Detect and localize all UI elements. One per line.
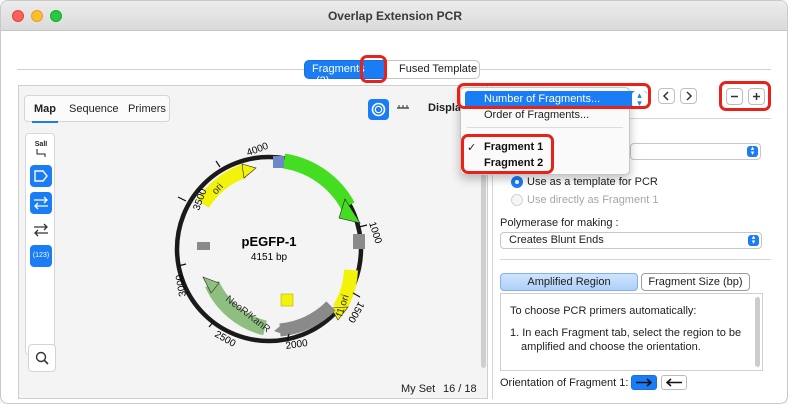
tab-fused-template[interactable]: Fused Template	[386, 60, 480, 79]
feature-grey-arrow[interactable]	[279, 301, 336, 337]
previous-button[interactable]	[658, 88, 675, 104]
feature-yellow-box[interactable]	[280, 293, 294, 307]
orientation-reverse-button[interactable]	[661, 375, 687, 390]
chevron-right-icon	[686, 91, 693, 101]
plasmid-name: pEGFP-1	[242, 234, 297, 249]
menu-item-order-of-fragments[interactable]: Order of Fragments...	[484, 109, 589, 121]
app-window: Overlap Extension PCR Fragments (2) Fuse…	[0, 0, 788, 404]
orientation-forward-button[interactable]	[631, 375, 657, 390]
tab-primers[interactable]: Primers	[128, 103, 166, 115]
template-radio-label: Use as a template for PCR	[527, 176, 658, 188]
checkmark-icon: ✓	[467, 142, 477, 154]
tick-3500	[177, 196, 187, 202]
tab-map[interactable]: Map	[32, 103, 58, 123]
cut-site-icon	[36, 149, 46, 157]
direct-radio[interactable]	[511, 194, 523, 206]
tick-label-3000: 3000	[174, 273, 189, 297]
remove-fragment-button[interactable]	[726, 88, 743, 105]
template-radio[interactable]	[511, 176, 523, 188]
primer-arrows-icon	[34, 223, 48, 237]
instructions-line-1: To choose PCR primers automatically:	[510, 305, 697, 317]
fragment-size-button[interactable]: Fragment Size (bp)	[641, 273, 750, 291]
instructions-box: To choose PCR primers automatically: 1. …	[500, 293, 763, 371]
chevron-left-icon	[662, 91, 669, 101]
linear-map-icon	[397, 105, 409, 109]
stepper-icon: ▴ ▾	[747, 145, 758, 157]
enzyme-label: SalI	[34, 141, 48, 148]
menu-item-number-label: Number of Fragments...	[484, 93, 601, 105]
feature-arrow-icon	[34, 170, 48, 182]
menu-separator	[467, 127, 623, 128]
next-button[interactable]	[680, 88, 697, 104]
display-menu-button[interactable]: Displa	[428, 102, 461, 114]
numbering-label: (123)	[32, 252, 50, 259]
primers-tool[interactable]	[30, 219, 52, 241]
map-view-tabs: Map Sequence Primers	[24, 95, 170, 123]
feature-ori-arrowhead	[241, 163, 257, 179]
menu-item-fragment-2[interactable]: Fragment 2	[484, 157, 543, 169]
instructions-line-3: amplified and choose the orientation.	[521, 341, 701, 353]
circular-view-button[interactable]	[368, 99, 389, 120]
instructions-scrollbar[interactable]	[755, 297, 760, 367]
plasmid-map: 4000 3500 1000 3000 1500 2500 2000 ori N…	[174, 141, 383, 352]
tab-fragments-label: Fragments	[312, 63, 365, 75]
feature-grey-box-left[interactable]	[197, 242, 210, 250]
window-title: Overlap Extension PCR	[327, 9, 463, 23]
tab-fragments[interactable]: Fragments (2)	[304, 60, 386, 87]
title-bar: Overlap Extension PCR	[1, 1, 787, 31]
instructions-line-2: 1. In each Fragment tab, select the regi…	[510, 327, 742, 339]
fragment-source-select[interactable]: ▴ ▾	[630, 143, 761, 160]
feature-grey-box-right[interactable]	[353, 234, 365, 249]
menu-item-number-of-fragments[interactable]: Number of Fragments...	[465, 91, 647, 108]
set-position: 16 / 18	[443, 383, 477, 395]
arrow-left-icon	[665, 378, 682, 387]
feature-egfp[interactable]	[282, 153, 355, 210]
tick-label-1000: 1000	[366, 221, 383, 246]
polymerase-stepper-icon: ▴ ▾	[748, 234, 759, 246]
enzyme-sites-tool[interactable]: SalI	[30, 139, 52, 161]
map-search-button[interactable]	[28, 344, 56, 372]
minus-icon	[731, 95, 738, 98]
arrow-right-icon	[636, 378, 653, 387]
right-mid-divider	[500, 259, 771, 260]
tick-label-2000: 2000	[285, 338, 309, 352]
numbering-tool[interactable]: (123)	[30, 245, 52, 267]
plasmid-size: 4151 bp	[251, 252, 288, 263]
menu-item-fragment-1[interactable]: Fragment 1	[484, 141, 543, 153]
orientation-label: Orientation of Fragment 1:	[500, 377, 629, 389]
polymerase-select-value: Creates Blunt Ends	[509, 234, 604, 246]
map-pane: Map Sequence Primers Displa SalI (123) 4…	[18, 85, 488, 399]
magnifier-icon	[35, 351, 49, 365]
double-arrow-icon	[34, 196, 48, 210]
tab-fused-template-label: Fused Template	[399, 63, 478, 75]
set-label: My Set	[401, 383, 436, 395]
direct-radio-label: Use directly as Fragment 1	[527, 194, 659, 206]
amplified-region-button[interactable]: Amplified Region	[500, 273, 638, 291]
orfs-tool[interactable]	[30, 192, 52, 214]
tick-4000	[215, 160, 221, 168]
map-toolbar: SalI (123)	[25, 133, 55, 355]
circle-icon	[371, 102, 386, 117]
tick-1500	[352, 292, 361, 298]
features-tool[interactable]	[30, 165, 52, 187]
fragments-menu: Number of Fragments... ▴ ▾ Order of Fragm…	[460, 87, 647, 175]
polymerase-select[interactable]: Creates Blunt Ends ▴ ▾	[500, 232, 762, 249]
add-fragment-button[interactable]	[748, 88, 765, 105]
linear-view-button[interactable]	[396, 103, 410, 115]
menu-stepper-icon: ▴ ▾	[632, 91, 647, 108]
feature-promoter[interactable]	[273, 156, 284, 168]
polymerase-label: Polymerase for making :	[500, 217, 619, 229]
plus-icon	[753, 93, 760, 100]
tab-sequence[interactable]: Sequence	[69, 103, 119, 115]
